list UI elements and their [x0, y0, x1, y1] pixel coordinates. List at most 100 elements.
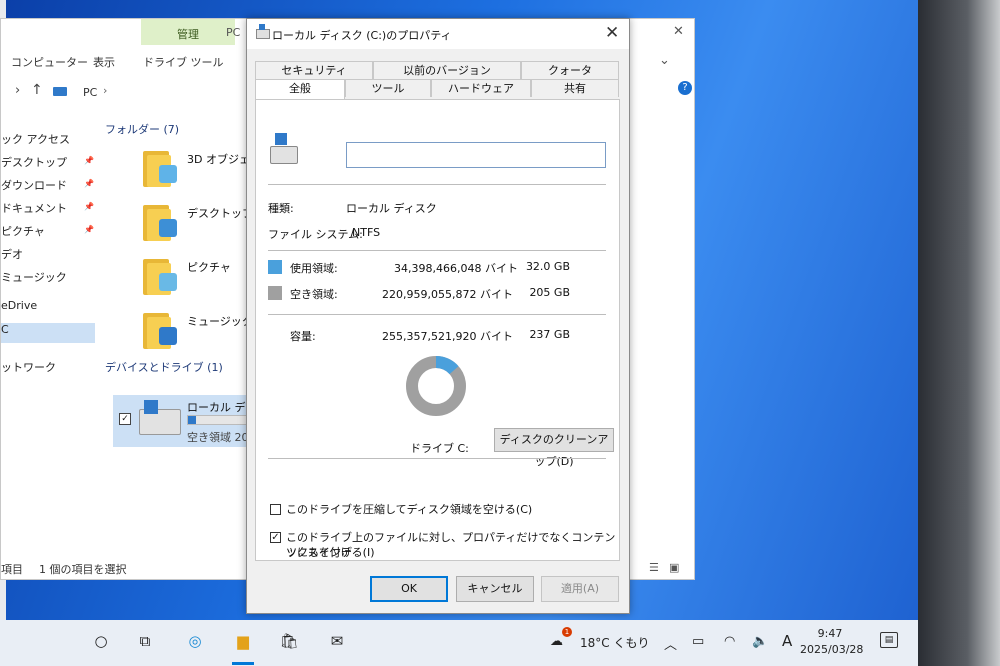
- nav-onedrive[interactable]: eDrive: [1, 299, 37, 312]
- nav-pictures[interactable]: ピクチャ: [1, 223, 45, 239]
- used-space-bytes: 34,398,466,048 バイト: [394, 262, 518, 275]
- tab-drive-tools[interactable]: ドライブ ツール: [143, 54, 224, 70]
- free-space-bytes: 220,959,055,872 バイト: [382, 288, 513, 301]
- separator: [268, 250, 606, 251]
- file-system-value: NTFS: [352, 226, 381, 239]
- chevron-up-icon[interactable]: ︿: [664, 634, 677, 653]
- notification-icon[interactable]: ▤: [880, 632, 898, 648]
- tab-security[interactable]: セキュリティ: [255, 61, 373, 79]
- drive-name-input[interactable]: [346, 142, 606, 168]
- clock-date: 2025/03/28: [800, 643, 864, 656]
- close-icon[interactable]: ✕: [605, 23, 619, 43]
- free-space-swatch: [268, 286, 282, 300]
- index-contents-checkbox[interactable]: ✓: [270, 532, 281, 543]
- folders-group-header[interactable]: フォルダー (7): [105, 121, 179, 137]
- ime-indicator[interactable]: A: [782, 632, 792, 650]
- ribbon-manage-label: 管理: [177, 28, 199, 41]
- ribbon-manage-tab[interactable]: 管理: [141, 19, 235, 45]
- clock-time: 9:47: [817, 627, 843, 640]
- chevron-right-icon: ›: [103, 84, 108, 97]
- disk-usage-donut-chart: [406, 356, 466, 416]
- general-tab-panel: 種類: ローカル ディスク ファイル システム: NTFS 使用領域: 34,3…: [255, 99, 620, 561]
- edge-browser-icon[interactable]: ◎: [184, 630, 206, 652]
- drive-icon: [139, 400, 181, 435]
- folder-music-icon[interactable]: [143, 309, 177, 351]
- used-space-label: 使用領域:: [290, 262, 338, 275]
- tab-hardware[interactable]: ハードウェア: [431, 79, 531, 97]
- apply-button[interactable]: 適用(A): [541, 576, 619, 602]
- type-value: ローカル ディスク: [346, 202, 437, 215]
- nav-this-pc[interactable]: C: [1, 323, 95, 343]
- cancel-button[interactable]: キャンセル: [456, 576, 534, 602]
- pin-icon: 📌: [84, 179, 94, 188]
- drive-free-text: 空き領域 20: [187, 431, 249, 444]
- nav-videos[interactable]: デオ: [1, 246, 23, 262]
- capacity-label: 容量:: [290, 330, 316, 343]
- folder-music-label[interactable]: ミュージック: [187, 313, 253, 329]
- dialog-titlebar[interactable]: ローカル ディスク (C:)のプロパティ ✕: [247, 19, 629, 49]
- nav-downloads[interactable]: ダウンロード: [1, 177, 67, 193]
- task-view-icon[interactable]: ⧉: [134, 630, 156, 652]
- forward-arrow-icon[interactable]: ›: [15, 83, 20, 98]
- ok-button[interactable]: OK: [370, 576, 448, 602]
- nav-desktop[interactable]: デスクトップ: [1, 154, 67, 170]
- monitor-bezel: [918, 0, 1000, 666]
- tab-row-2: 全般 ツール ハードウェア 共有: [255, 79, 619, 101]
- compress-drive-label[interactable]: このドライブを圧縮してディスク領域を空ける(C): [286, 502, 532, 517]
- details-view-icon[interactable]: ☰: [649, 561, 659, 574]
- chevron-down-icon[interactable]: ⌄: [659, 53, 670, 68]
- status-item-count: 項目: [1, 563, 23, 576]
- file-system-label: ファイル システム:: [268, 228, 363, 241]
- clock[interactable]: 9:47 2025/03/28: [800, 626, 864, 658]
- tab-quota[interactable]: クォータ: [521, 61, 619, 79]
- nav-music[interactable]: ミュージック: [1, 269, 67, 285]
- drive-c-item[interactable]: ✓ ローカル ディス 空き領域 20: [113, 395, 267, 447]
- devices-group-header[interactable]: デバイスとドライブ (1): [105, 359, 223, 375]
- folder-pictures-label[interactable]: ピクチャ: [187, 259, 231, 275]
- compress-drive-checkbox[interactable]: [270, 504, 281, 515]
- store-icon[interactable]: 🛍: [278, 630, 300, 652]
- tab-sharing[interactable]: 共有: [531, 79, 619, 97]
- folder-pictures-icon[interactable]: [143, 255, 177, 297]
- nav-quick-access[interactable]: ック アクセス: [1, 131, 70, 147]
- pin-icon: 📌: [84, 225, 94, 234]
- tab-view[interactable]: 表示: [93, 54, 115, 70]
- weather-icon[interactable]: ☁: [550, 634, 563, 649]
- drive-icon: [256, 24, 270, 39]
- tab-computer[interactable]: コンピューター: [11, 54, 88, 70]
- tab-tools[interactable]: ツール: [345, 79, 431, 97]
- capacity-gb: 237 GB: [529, 328, 570, 341]
- free-space-label: 空き領域:: [290, 288, 338, 301]
- close-icon[interactable]: ✕: [673, 24, 684, 39]
- drive-letter-label: ドライブ C:: [410, 442, 469, 455]
- file-explorer-icon[interactable]: ▆: [232, 630, 254, 652]
- separator: [268, 458, 606, 459]
- up-arrow-icon[interactable]: ↑: [31, 82, 43, 98]
- nav-network[interactable]: ットワーク: [1, 359, 56, 375]
- index-contents-label-line2[interactable]: ックスを付ける(I): [286, 545, 375, 560]
- folder-3d-objects-icon[interactable]: [143, 147, 177, 189]
- tab-previous-versions[interactable]: 以前のバージョン: [373, 61, 521, 79]
- large-icons-view-icon[interactable]: ▣: [669, 561, 679, 574]
- used-space-gb: 32.0 GB: [525, 260, 570, 273]
- separator: [268, 184, 606, 185]
- mail-icon[interactable]: ✉: [326, 630, 348, 652]
- active-app-indicator: [232, 662, 254, 665]
- folder-desktop-label[interactable]: デスクトップ: [187, 205, 253, 221]
- status-selected: 1 個の項目を選択: [39, 563, 127, 576]
- battery-icon[interactable]: ▭: [692, 634, 704, 649]
- free-space-gb: 205 GB: [529, 286, 570, 299]
- tab-general[interactable]: 全般: [255, 79, 345, 101]
- weather-badge: 1: [562, 627, 572, 637]
- disk-cleanup-button[interactable]: ディスクのクリーンアップ(D): [494, 428, 614, 468]
- type-label: 種類:: [268, 202, 294, 215]
- search-icon[interactable]: ○: [90, 630, 112, 652]
- drive-checkbox[interactable]: ✓: [119, 413, 131, 425]
- folder-desktop-icon[interactable]: [143, 201, 177, 243]
- wifi-icon[interactable]: ◠: [724, 634, 735, 649]
- dialog-title: ローカル ディスク (C:)のプロパティ: [272, 29, 452, 42]
- nav-documents[interactable]: ドキュメント: [1, 200, 67, 216]
- tab-row-1: セキュリティ 以前のバージョン クォータ: [255, 61, 619, 79]
- volume-icon[interactable]: 🔈: [752, 634, 768, 649]
- weather-text[interactable]: 18°C くもり: [580, 634, 649, 651]
